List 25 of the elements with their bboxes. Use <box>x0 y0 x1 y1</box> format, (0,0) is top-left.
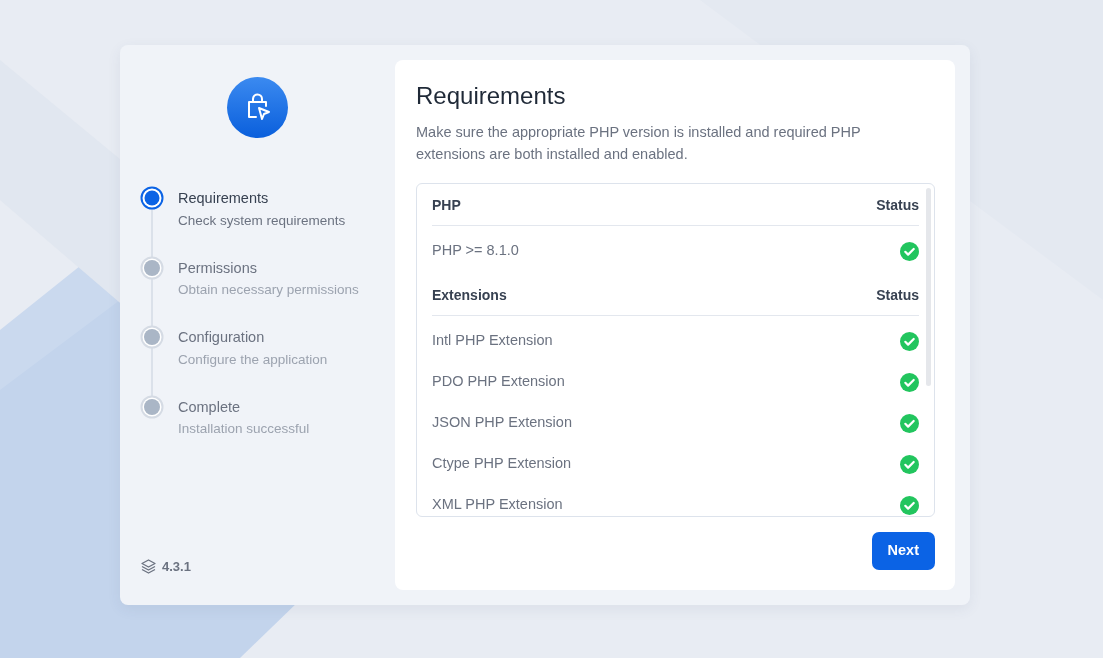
requirement-name: PDO PHP Extension <box>432 372 565 392</box>
step-title: Permissions <box>178 260 258 275</box>
step-title: Complete <box>178 399 242 414</box>
page-title: Requirements <box>416 82 567 111</box>
next-button[interactable]: Next <box>871 532 935 570</box>
step-subtitle: Obtain necessary permissions <box>178 283 359 297</box>
column-header: Extensions <box>432 285 507 305</box>
logo-icon <box>227 77 288 138</box>
column-header: Status <box>876 195 919 215</box>
step-title: Requirements <box>178 191 270 206</box>
requirement-name: Intl PHP Extension <box>432 331 553 351</box>
requirement-name: XML PHP Extension <box>432 495 563 515</box>
step-subtitle: Configure the application <box>178 352 328 366</box>
step-title: Configuration <box>178 330 266 345</box>
layers-icon <box>140 557 157 575</box>
version-label: 4.3.1 <box>162 557 191 576</box>
requirement-name: Ctype PHP Extension <box>432 454 572 474</box>
description: Make sure the appropriate PHP version is installed and required PHP extensions are both installed and enabled. <box>416 122 862 164</box>
requirement-name: PHP >= 8.1.0 <box>432 241 519 261</box>
column-header: Status <box>876 285 919 305</box>
step-subtitle: Installation successful <box>178 422 310 436</box>
step-subtitle: Check system requirements <box>178 213 346 227</box>
scrollbar[interactable] <box>926 187 931 386</box>
column-header: PHP <box>432 195 461 215</box>
requirement-name: JSON PHP Extension <box>432 413 572 433</box>
